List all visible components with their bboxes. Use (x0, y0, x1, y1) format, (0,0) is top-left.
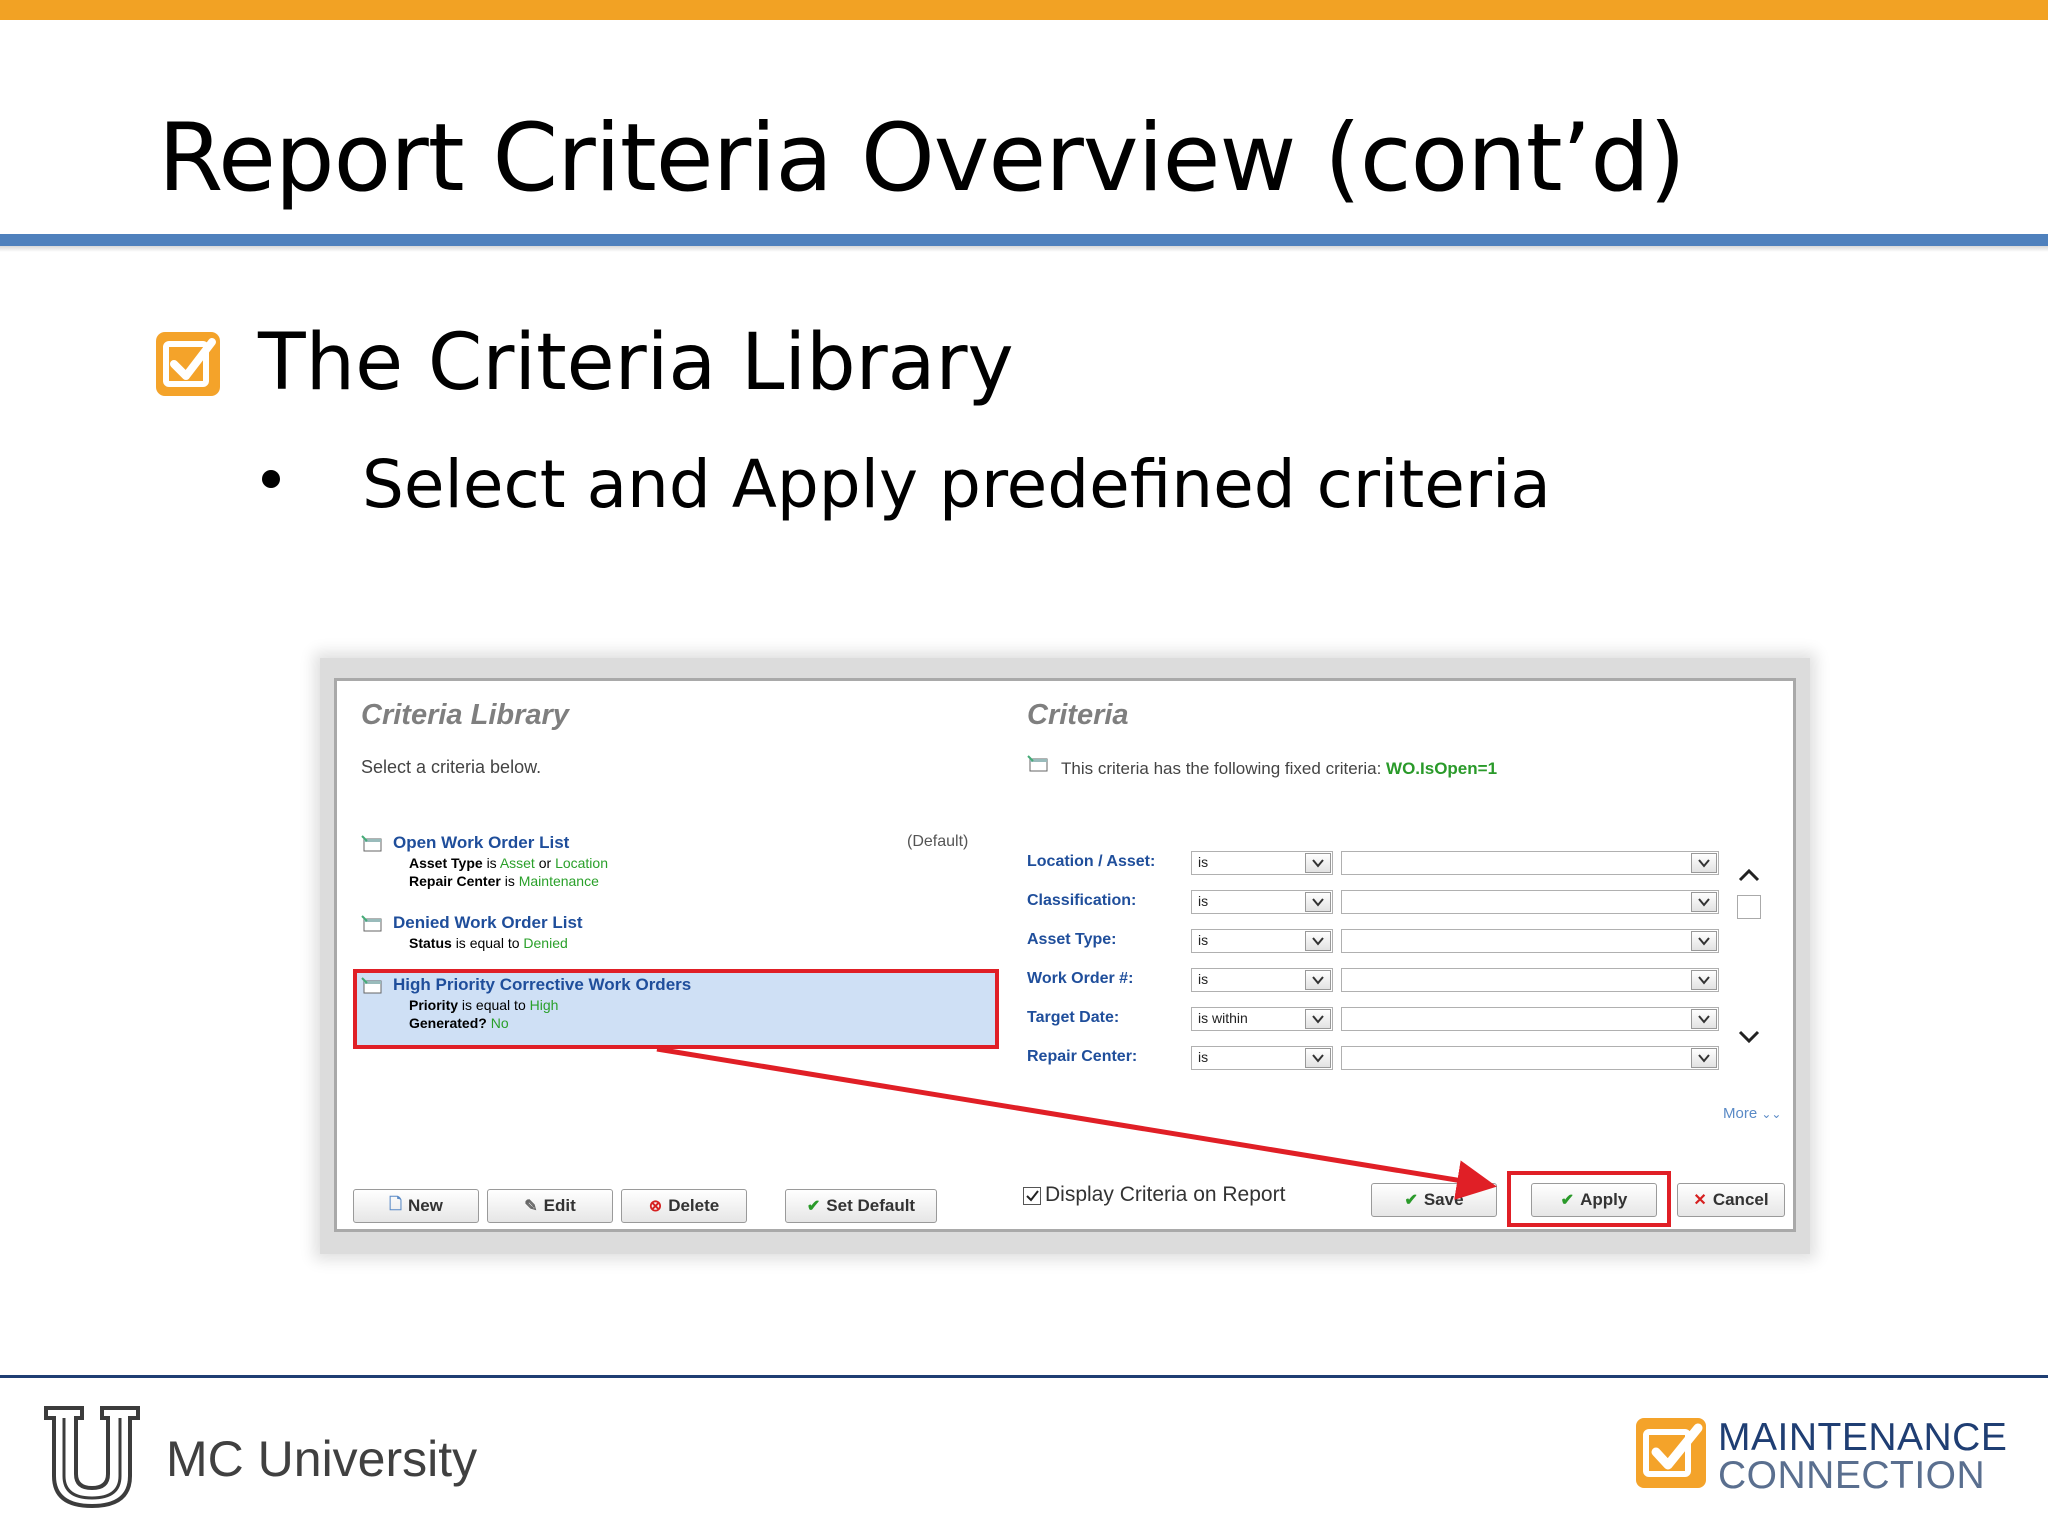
maintenance-connection-check-logo-icon (1636, 1418, 1706, 1488)
mc-university-u-logo-icon (44, 1406, 140, 1509)
title-divider-shadow (0, 246, 2048, 252)
section-heading: The Criteria Library (258, 318, 1014, 408)
top-accent-bar (0, 0, 2048, 20)
footer-university-name: MC University (166, 1431, 478, 1487)
bullet-text: Select and Apply predefined criteria (362, 446, 1551, 523)
footer-divider (0, 1375, 2048, 1378)
checkbox-bullet-icon (156, 332, 220, 396)
criteria-dialog-screenshot: Criteria Library Select a criteria below… (334, 678, 1796, 1232)
title-divider (0, 234, 2048, 246)
slide-title: Report Criteria Overview (cont’d) (158, 104, 1686, 213)
bullet-dot-icon (262, 470, 280, 488)
red-arrow-annotation (656, 1046, 1497, 1200)
brand-name-line2: CONNECTION (1718, 1454, 1986, 1497)
